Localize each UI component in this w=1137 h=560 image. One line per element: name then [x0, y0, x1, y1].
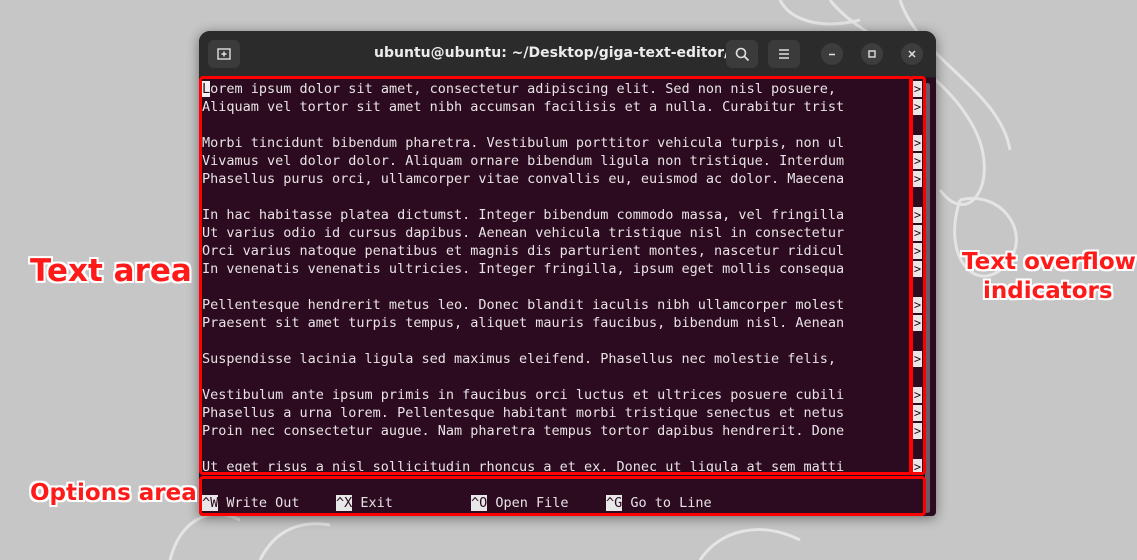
close-icon: [908, 50, 916, 58]
overflow-indicators-label-line2: indicators: [983, 278, 1113, 304]
text-area-highlight: [199, 76, 913, 475]
menu-button[interactable]: [768, 40, 800, 68]
search-button[interactable]: [726, 40, 758, 68]
close-button[interactable]: [901, 43, 923, 65]
text-area-label: Text area: [30, 253, 192, 289]
new-tab-button[interactable]: [208, 40, 240, 68]
hamburger-menu-icon: [779, 49, 789, 59]
overflow-indicators-label-line1: Text overflow: [962, 249, 1136, 275]
new-tab-icon: [217, 48, 231, 60]
overflow-indicators-highlight: [909, 76, 926, 475]
options-area-label: Options area: [30, 480, 197, 506]
title-bar: ubuntu@ubuntu: ~/Desktop/giga-text-edito…: [199, 31, 936, 78]
maximize-icon: [868, 50, 876, 58]
maximize-button[interactable]: [861, 43, 883, 65]
window-title: ubuntu@ubuntu: ~/Desktop/giga-text-edito…: [374, 45, 754, 61]
minimize-icon: [829, 53, 835, 56]
minimize-button[interactable]: [821, 43, 843, 65]
options-area-highlight: [199, 476, 926, 516]
search-icon: [735, 47, 749, 61]
